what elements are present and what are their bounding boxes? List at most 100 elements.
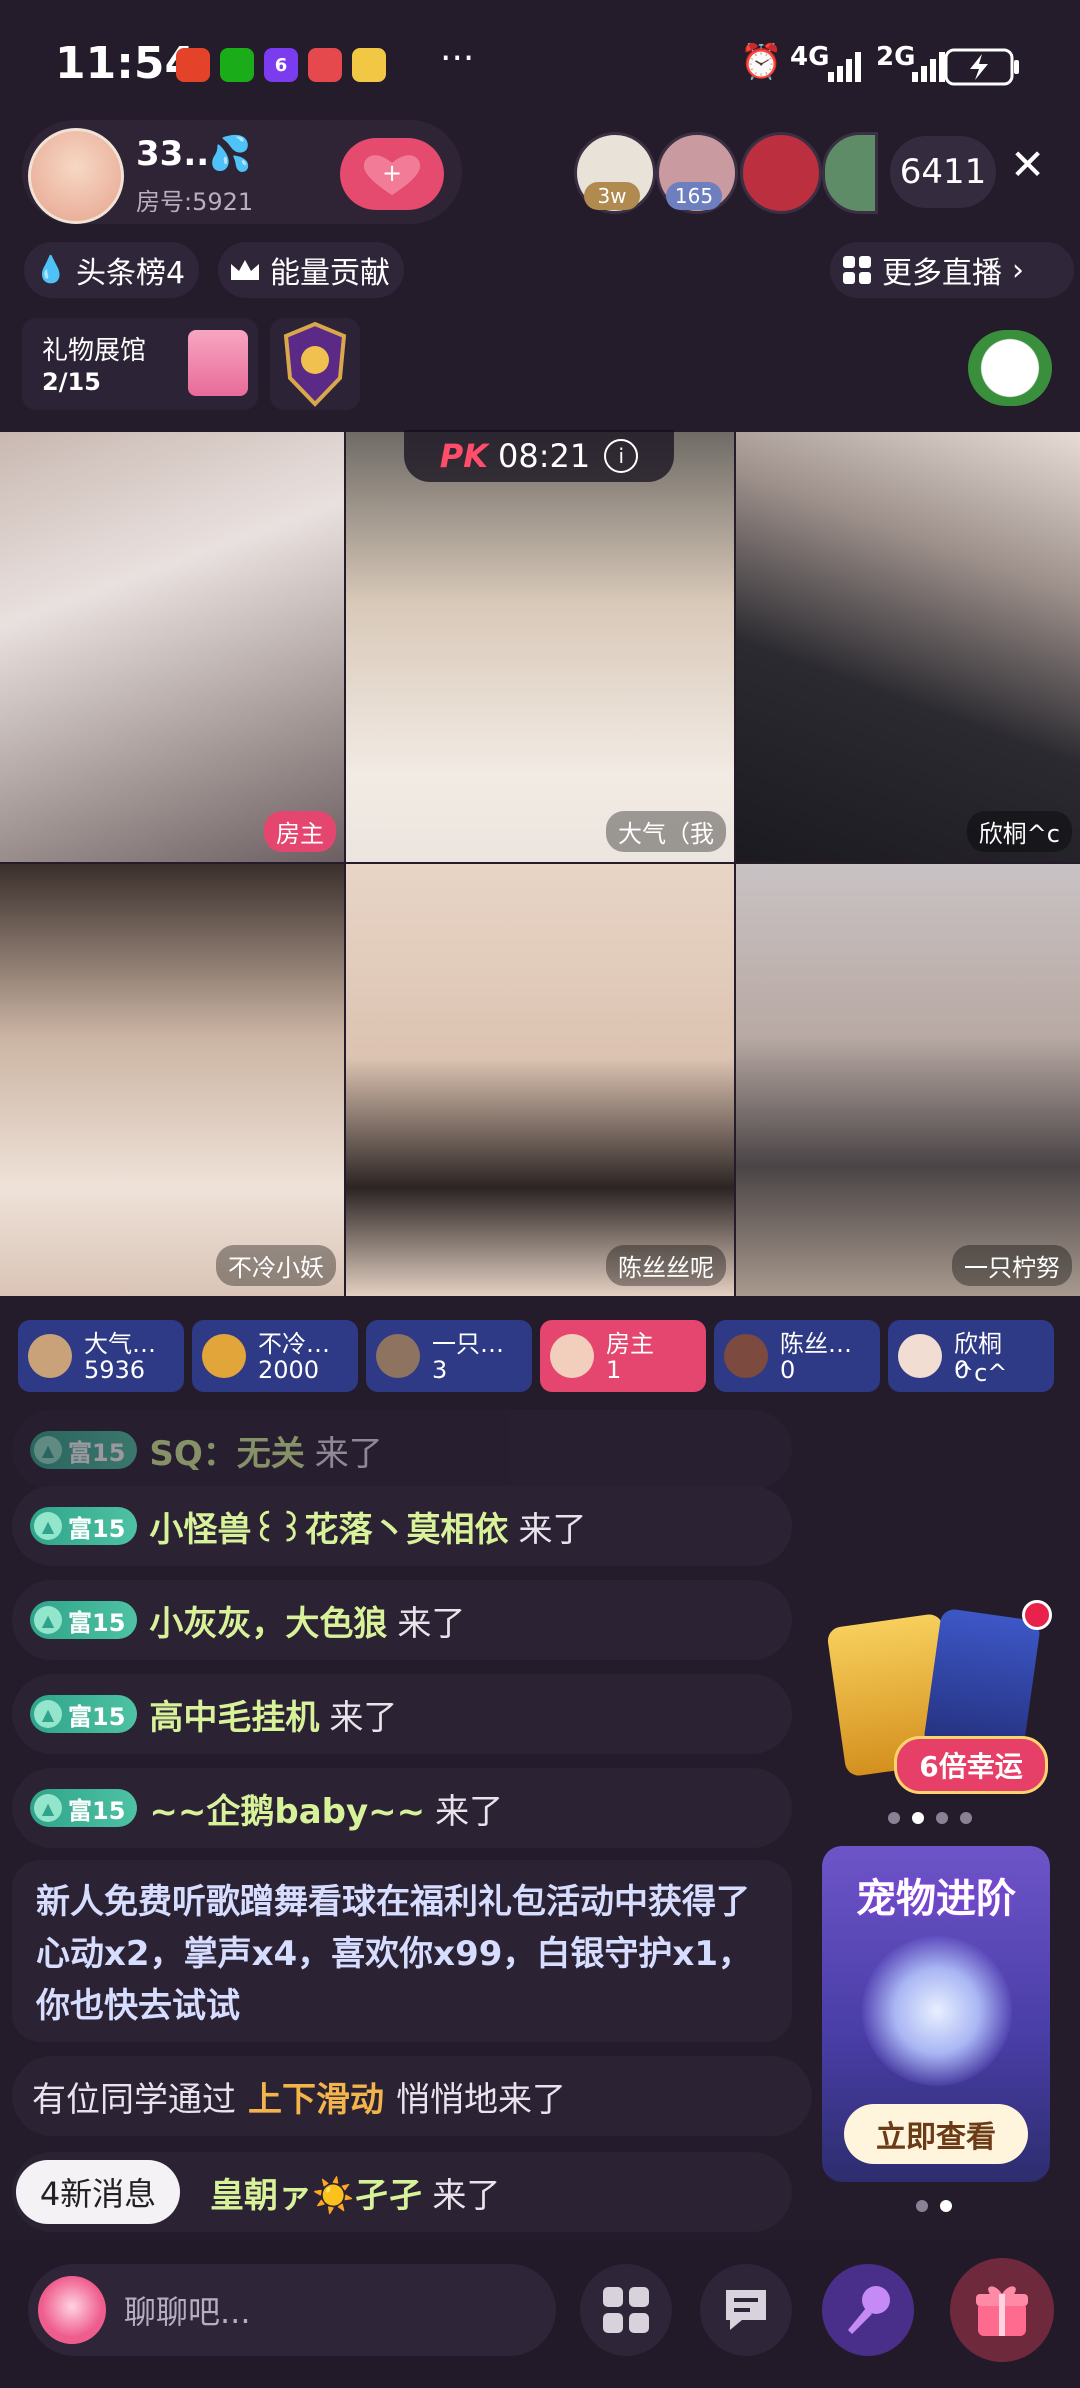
energy-contribution-label: 能量贡献 <box>270 256 390 291</box>
energy-contribution-button[interactable]: 能量贡献 <box>218 242 404 298</box>
stream-tile[interactable]: 欣桐^c <box>736 432 1080 862</box>
dragon-badge[interactable] <box>270 318 360 410</box>
lucky-button[interactable]: 6倍幸运 <box>894 1736 1048 1794</box>
chevron-right-icon: › <box>1012 252 1024 288</box>
signal-icon-2 <box>912 52 948 86</box>
score-chip[interactable]: 不冷… 2000 <box>192 1320 358 1392</box>
score-chip[interactable]: 房主 1 <box>540 1320 706 1392</box>
view-now-button[interactable]: 立即查看 <box>844 2104 1028 2164</box>
stream-tile[interactable]: 不冷小妖 <box>0 864 344 1296</box>
score-avatar <box>898 1334 942 1378</box>
wealth-level-badge: ▲ 富15 <box>30 1789 138 1827</box>
score-chip[interactable]: 陈丝… 0 <box>714 1320 880 1392</box>
level-icon: ▲ <box>34 1700 62 1728</box>
level-text: 富15 <box>68 1608 126 1637</box>
close-button[interactable]: ✕ <box>1010 140 1045 189</box>
more-live-button[interactable]: 更多直播 › <box>830 242 1074 298</box>
wealth-level-badge: ▲ 富15 <box>30 1431 138 1469</box>
microphone-icon <box>848 2286 890 2334</box>
more-notifications-icon: ··· <box>440 38 475 79</box>
chat-action: 来了 <box>432 2175 501 2216</box>
level-icon: ▲ <box>34 1794 62 1822</box>
chat-username[interactable]: ~~企鹅baby~~ <box>149 1784 425 1833</box>
score-chip[interactable]: 一只… 3 <box>366 1320 532 1392</box>
drop-icon: 💧 <box>34 255 68 285</box>
chat-action: 来了 <box>329 1697 398 1738</box>
score-avatar <box>724 1334 768 1378</box>
robot-avatar-icon[interactable] <box>38 2276 106 2344</box>
more-live-label: 更多直播 <box>882 256 1002 291</box>
viewer-badge: 3w <box>584 182 640 210</box>
follow-button[interactable]: + <box>340 138 444 210</box>
network-4g-icon: 4G <box>790 42 830 72</box>
chat-action: 来了 <box>314 1433 383 1474</box>
new-messages-button[interactable]: 4新消息 <box>16 2160 180 2224</box>
stream-tile[interactable]: 陈丝丝呢 <box>346 864 734 1296</box>
level-icon: ▲ <box>34 1436 62 1464</box>
pk-label: PK <box>439 437 489 475</box>
microphone-button[interactable] <box>822 2264 914 2356</box>
wealth-level-badge: ▲ 富15 <box>30 1695 138 1733</box>
stream-tile[interactable]: 一只柠努 <box>736 864 1080 1296</box>
host-avatar[interactable] <box>28 128 124 224</box>
chat-action: 来了 <box>435 1791 504 1832</box>
wechat-icon <box>220 48 254 82</box>
level-text: 富15 <box>68 1438 126 1467</box>
chat-message: ▲ 富15 ~~企鹅baby~~ 来了 <box>12 1768 792 1848</box>
level-text: 富15 <box>68 1514 126 1543</box>
score-avatar <box>376 1334 420 1378</box>
lucky-gift-banner[interactable]: 6倍幸运 <box>826 1600 1048 1794</box>
panda-mascot-icon[interactable] <box>968 330 1052 406</box>
score-avatar <box>202 1334 246 1378</box>
headline-rank-button[interactable]: 💧 头条榜4 <box>24 242 200 298</box>
level-icon: ▲ <box>34 1606 62 1634</box>
host-name: 33..💦 <box>136 134 252 174</box>
huawei-icon <box>176 48 210 82</box>
pk-timer-bar[interactable]: PK 08:21 i <box>404 430 674 482</box>
score-chip[interactable]: 欣桐^c^ 0 <box>888 1320 1054 1392</box>
notification-dot <box>1022 1600 1052 1630</box>
headline-rank-label: 头条榜4 <box>76 256 186 291</box>
score-value: 3 <box>432 1356 448 1384</box>
stream-label: 房主 <box>264 811 336 852</box>
pet-advance-banner[interactable]: 宠物进阶 立即查看 <box>822 1846 1050 2182</box>
score-value: 0 <box>780 1356 796 1384</box>
message-button[interactable] <box>700 2264 792 2356</box>
hint-text: 有位同学通过 <box>32 2079 236 2120</box>
score-name: 大气… <box>84 1330 156 1358</box>
score-value: 1 <box>606 1356 622 1384</box>
score-name: 不冷… <box>258 1330 330 1358</box>
gift-button[interactable] <box>950 2258 1054 2362</box>
viewer-avatar[interactable] <box>740 132 822 214</box>
status-bar: 11:54 6 ··· ⏰ 4G 2G <box>0 0 1080 130</box>
gift-icon <box>976 2286 1028 2336</box>
stream-label: 不冷小妖 <box>216 1245 336 1286</box>
chat-username[interactable]: 小灰灰，大色狼 <box>149 1596 387 1645</box>
chat-username[interactable]: 小怪兽꒰꒱花落丶莫相依 <box>149 1502 508 1551</box>
gift-hall-card[interactable]: 礼物展馆 2/15 <box>22 318 258 410</box>
info-icon[interactable]: i <box>604 439 639 473</box>
score-chip[interactable]: 大气… 5936 <box>18 1320 184 1392</box>
score-name: 房主 <box>606 1330 654 1358</box>
wealth-level-badge: ▲ 富15 <box>30 1507 138 1545</box>
viewer-avatar[interactable] <box>822 132 878 214</box>
chat-username[interactable]: SQ：无关 <box>149 1426 304 1475</box>
pk-timer: 08:21 <box>498 437 591 475</box>
stream-tile[interactable]: 大气（我 <box>346 432 734 862</box>
chat-input[interactable]: 聊聊吧... <box>28 2264 556 2356</box>
system-message-text: 新人免费听歌蹭舞看球在福利礼包活动中获得了心动x2，掌声x4，喜欢你x99，白银… <box>36 1882 753 2026</box>
swipe-hint-message: 有位同学通过 上下滑动 悄悄地来了 <box>12 2056 812 2136</box>
viewer-count[interactable]: 6411 <box>890 136 996 208</box>
chat-username[interactable]: 皇朝ァ☀️孑孑 <box>210 2168 422 2217</box>
video-grid: 房主 大气（我 欣桐^c 不冷小妖 陈丝丝呢 一只柠努 <box>0 432 1080 1296</box>
stream-tile[interactable]: 房主 <box>0 432 344 862</box>
stream-label: 大气（我 <box>606 811 726 852</box>
apps-button[interactable] <box>580 2264 672 2356</box>
heart-plus-icon: + <box>363 155 421 195</box>
stream-label: 欣桐^c <box>966 811 1072 852</box>
chat-username[interactable]: 高中毛挂机 <box>149 1690 319 1739</box>
stream-label: 一只柠努 <box>952 1245 1072 1286</box>
carousel-dots <box>916 2200 952 2212</box>
wealth-level-badge: ▲ 富15 <box>30 1601 138 1639</box>
level-icon: ▲ <box>34 1512 62 1540</box>
